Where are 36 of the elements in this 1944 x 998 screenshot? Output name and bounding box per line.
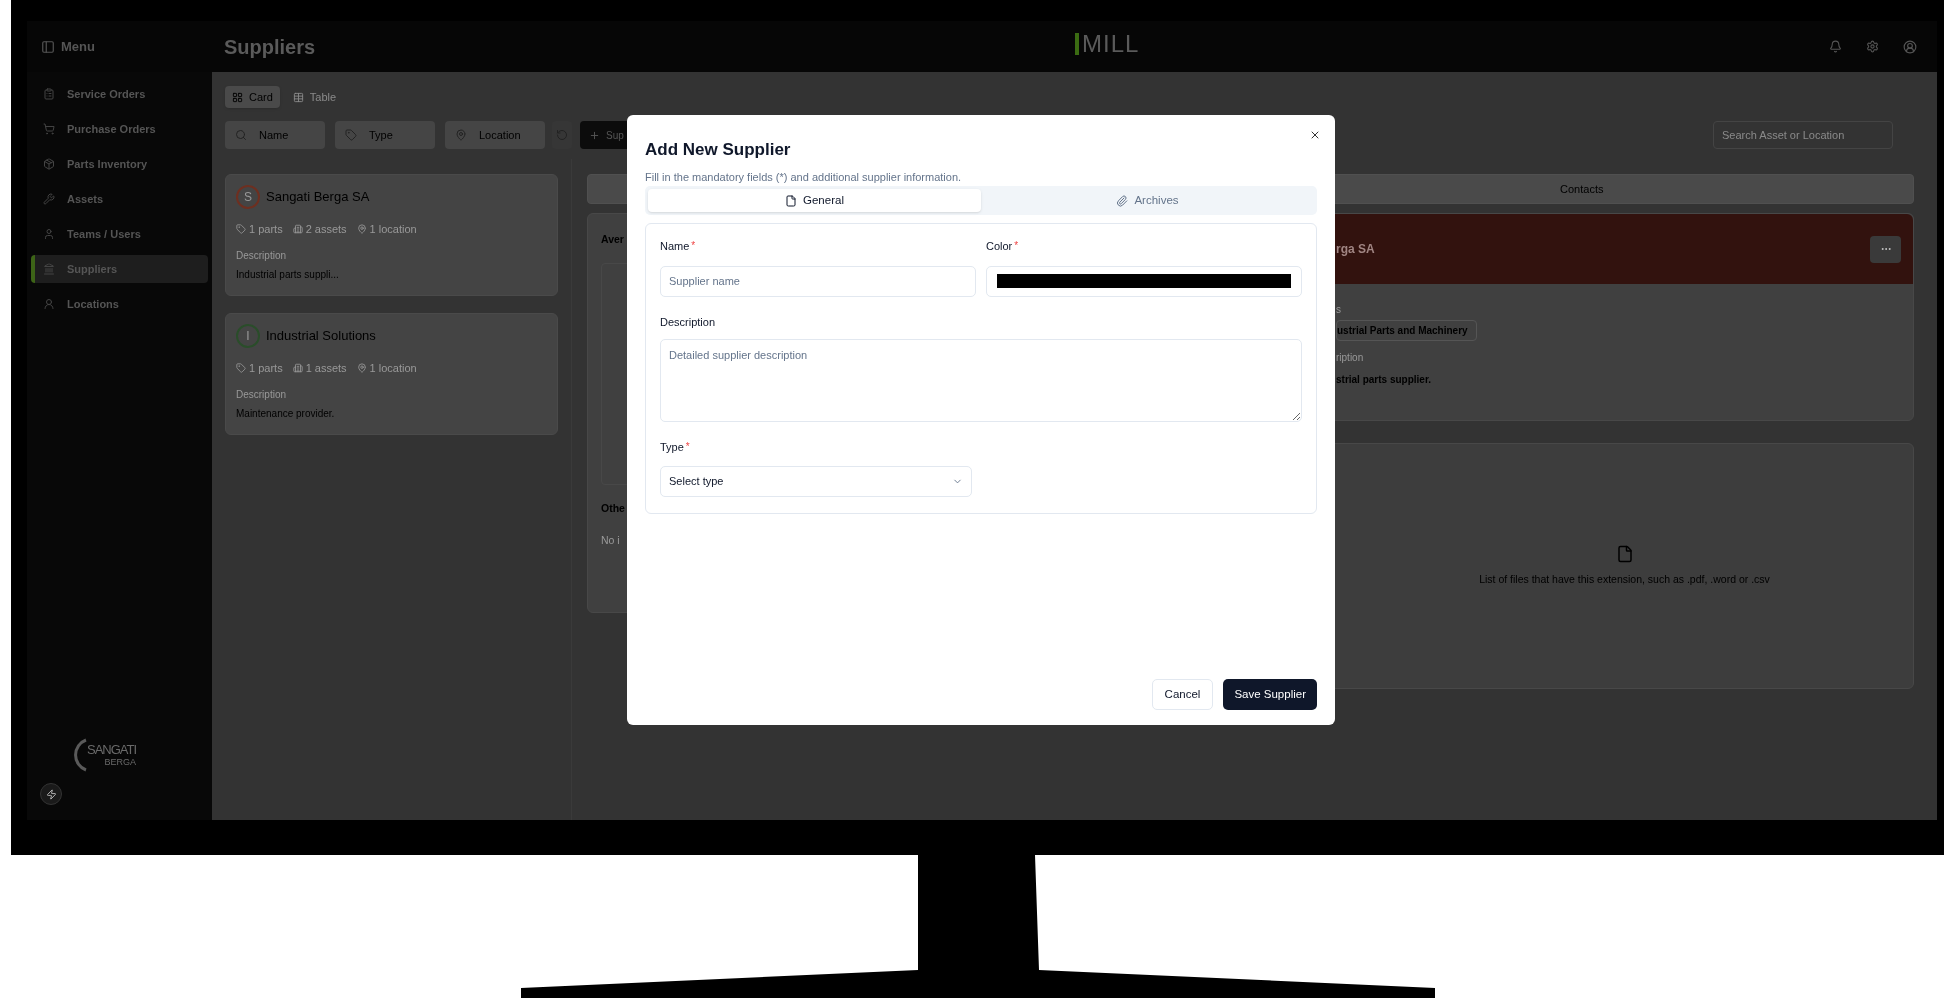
supplier-description: Industrial parts suppli...: [236, 267, 339, 282]
locations-count: 1 location: [356, 221, 417, 238]
field-label: Type: [660, 440, 684, 455]
brand-name: SANGATI: [87, 743, 137, 757]
avatar: I: [236, 324, 260, 348]
menu-label: Menu: [61, 37, 95, 56]
description-label: ription: [1336, 351, 1364, 365]
field-label: Color: [986, 239, 1013, 254]
type-chip: ustrial Parts and Machinery: [1336, 320, 1477, 341]
parts-count: 1 parts: [236, 221, 283, 238]
supplier-name: Industrial Solutions: [266, 327, 376, 346]
supplier-description: Maintenance provider.: [236, 406, 335, 421]
supplier-name: Sangati Berga SA: [266, 188, 370, 207]
description-label: Description: [236, 387, 287, 402]
types-label: s: [1336, 303, 1341, 317]
field-label: Description: [660, 314, 717, 330]
dialog-subtitle: Fill in the mandatory fields (*) and additional supplier information.: [645, 169, 963, 185]
assets-count: 2 assets: [292, 221, 347, 238]
locations-count: 1 location: [356, 360, 417, 377]
stats-heading: Aver: [601, 232, 624, 247]
dialog-title: Add New Supplier: [645, 139, 792, 161]
brand-subname: BERGA: [104, 757, 137, 767]
logo: MILL: [1082, 31, 1140, 57]
required-mark: *: [685, 440, 690, 454]
header-name: rga SA: [1336, 241, 1375, 258]
parts-count: 1 parts: [236, 360, 283, 377]
avatar: S: [236, 185, 260, 209]
other-text: No i: [601, 532, 620, 548]
description-label: Description: [236, 248, 287, 263]
required-mark: *: [1014, 239, 1019, 253]
field-label: Name: [660, 239, 690, 254]
page-title: Suppliers: [224, 34, 316, 60]
required-mark: *: [691, 239, 696, 253]
supplier-description: strial parts supplier.: [1336, 373, 1432, 387]
assets-count: 1 assets: [292, 360, 347, 377]
other-heading: Othe: [601, 500, 625, 516]
